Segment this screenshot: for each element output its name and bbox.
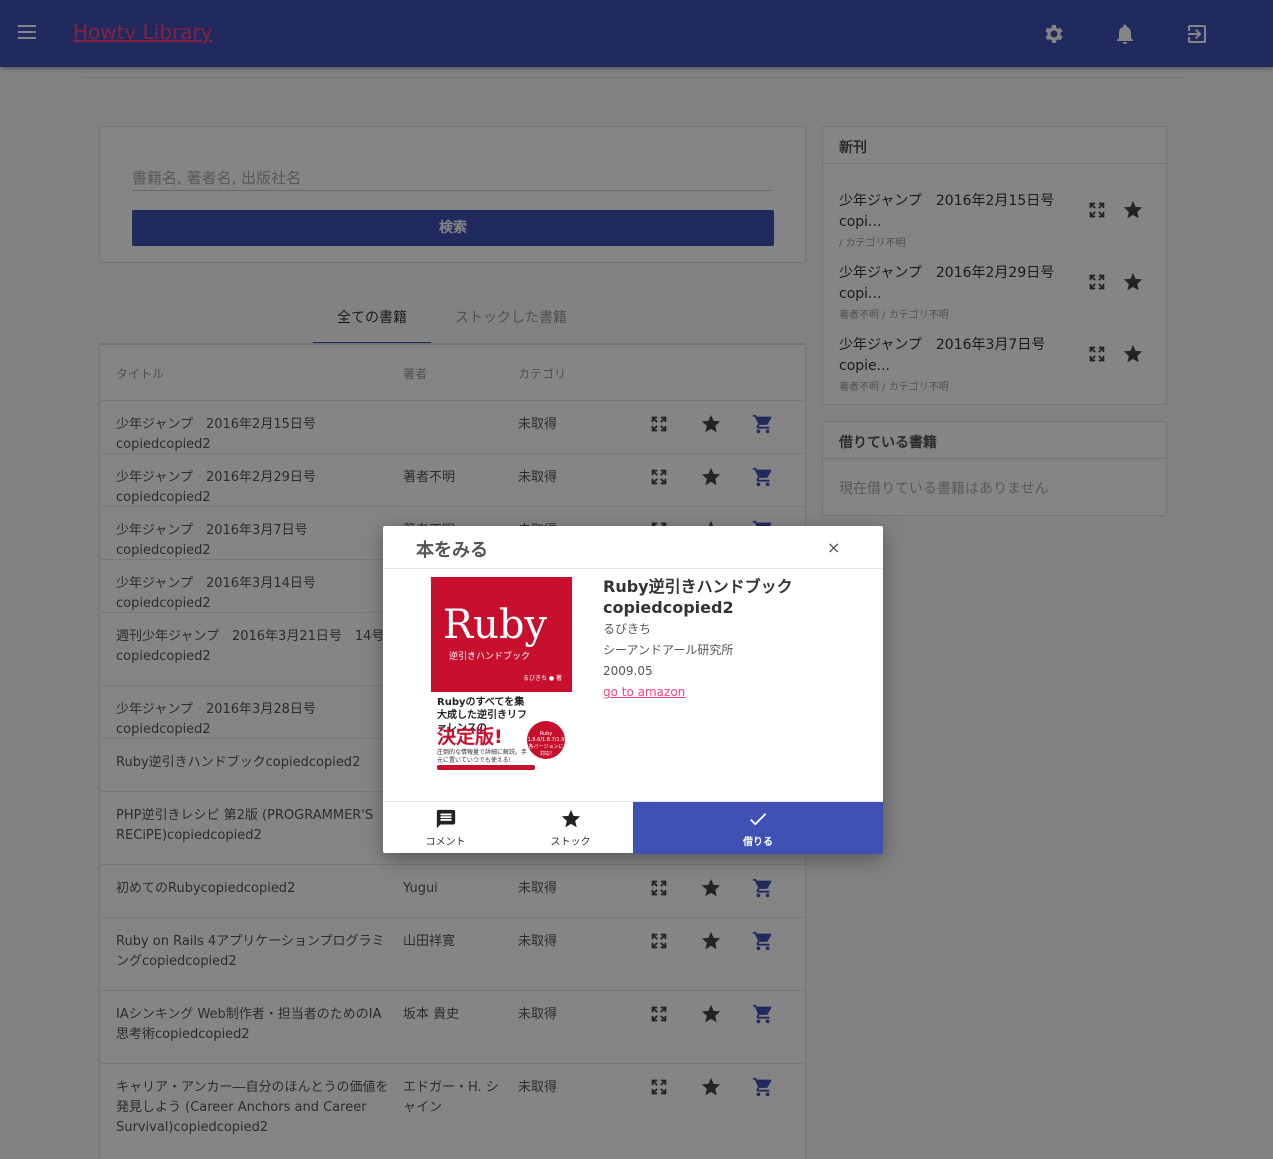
book-date: 2009.05: [603, 664, 653, 678]
stock-label: ストック: [550, 837, 591, 848]
close-icon[interactable]: ×: [827, 538, 840, 557]
book-detail-modal: 本をみる × Ruby 逆引きハンドブック るびきち ● 著 Rubyのすべてを…: [383, 526, 883, 854]
book-info: Ruby逆引きハンドブックcopiedcopied2 るびきち シーアンドアール…: [603, 576, 863, 702]
modal-divider: [383, 568, 883, 569]
comment-icon: [436, 809, 455, 829]
amazon-link[interactable]: go to amazon: [603, 685, 685, 699]
cover-brand: Ruby: [443, 602, 548, 648]
borrow-label: 借りる: [743, 837, 773, 848]
cover-fine-print: 圧倒的な情報量で詳細に解説。手元に置いていつでも使える!: [437, 749, 528, 764]
modal-actions: コメント ストック 借りる: [383, 801, 883, 854]
book-author: るびきち: [603, 622, 652, 636]
cover-headline: 決定版!: [437, 726, 503, 748]
cover-badge: Ruby 1.8.6/1.8.7/1.9 各バージョンに対応!: [527, 721, 565, 759]
check-icon: [750, 813, 767, 826]
modal-title: 本をみる: [416, 540, 488, 561]
book-title: Ruby逆引きハンドブックcopiedcopied2: [603, 577, 793, 617]
comment-label: コメント: [425, 837, 466, 848]
book-publisher: シーアンドアール研究所: [603, 643, 734, 657]
comment-button[interactable]: コメント: [383, 802, 508, 854]
cover-author: るびきち ● 著: [523, 675, 563, 682]
cover-subtitle: 逆引きハンドブック: [449, 652, 531, 662]
stock-button[interactable]: ストック: [508, 802, 633, 854]
borrow-button[interactable]: 借りる: [633, 802, 883, 854]
star-icon: [561, 809, 580, 828]
cover-bottom-bar: [437, 765, 535, 770]
book-cover-image: Ruby 逆引きハンドブック るびきち ● 著 Rubyのすべてを集大成した逆引…: [431, 577, 572, 774]
